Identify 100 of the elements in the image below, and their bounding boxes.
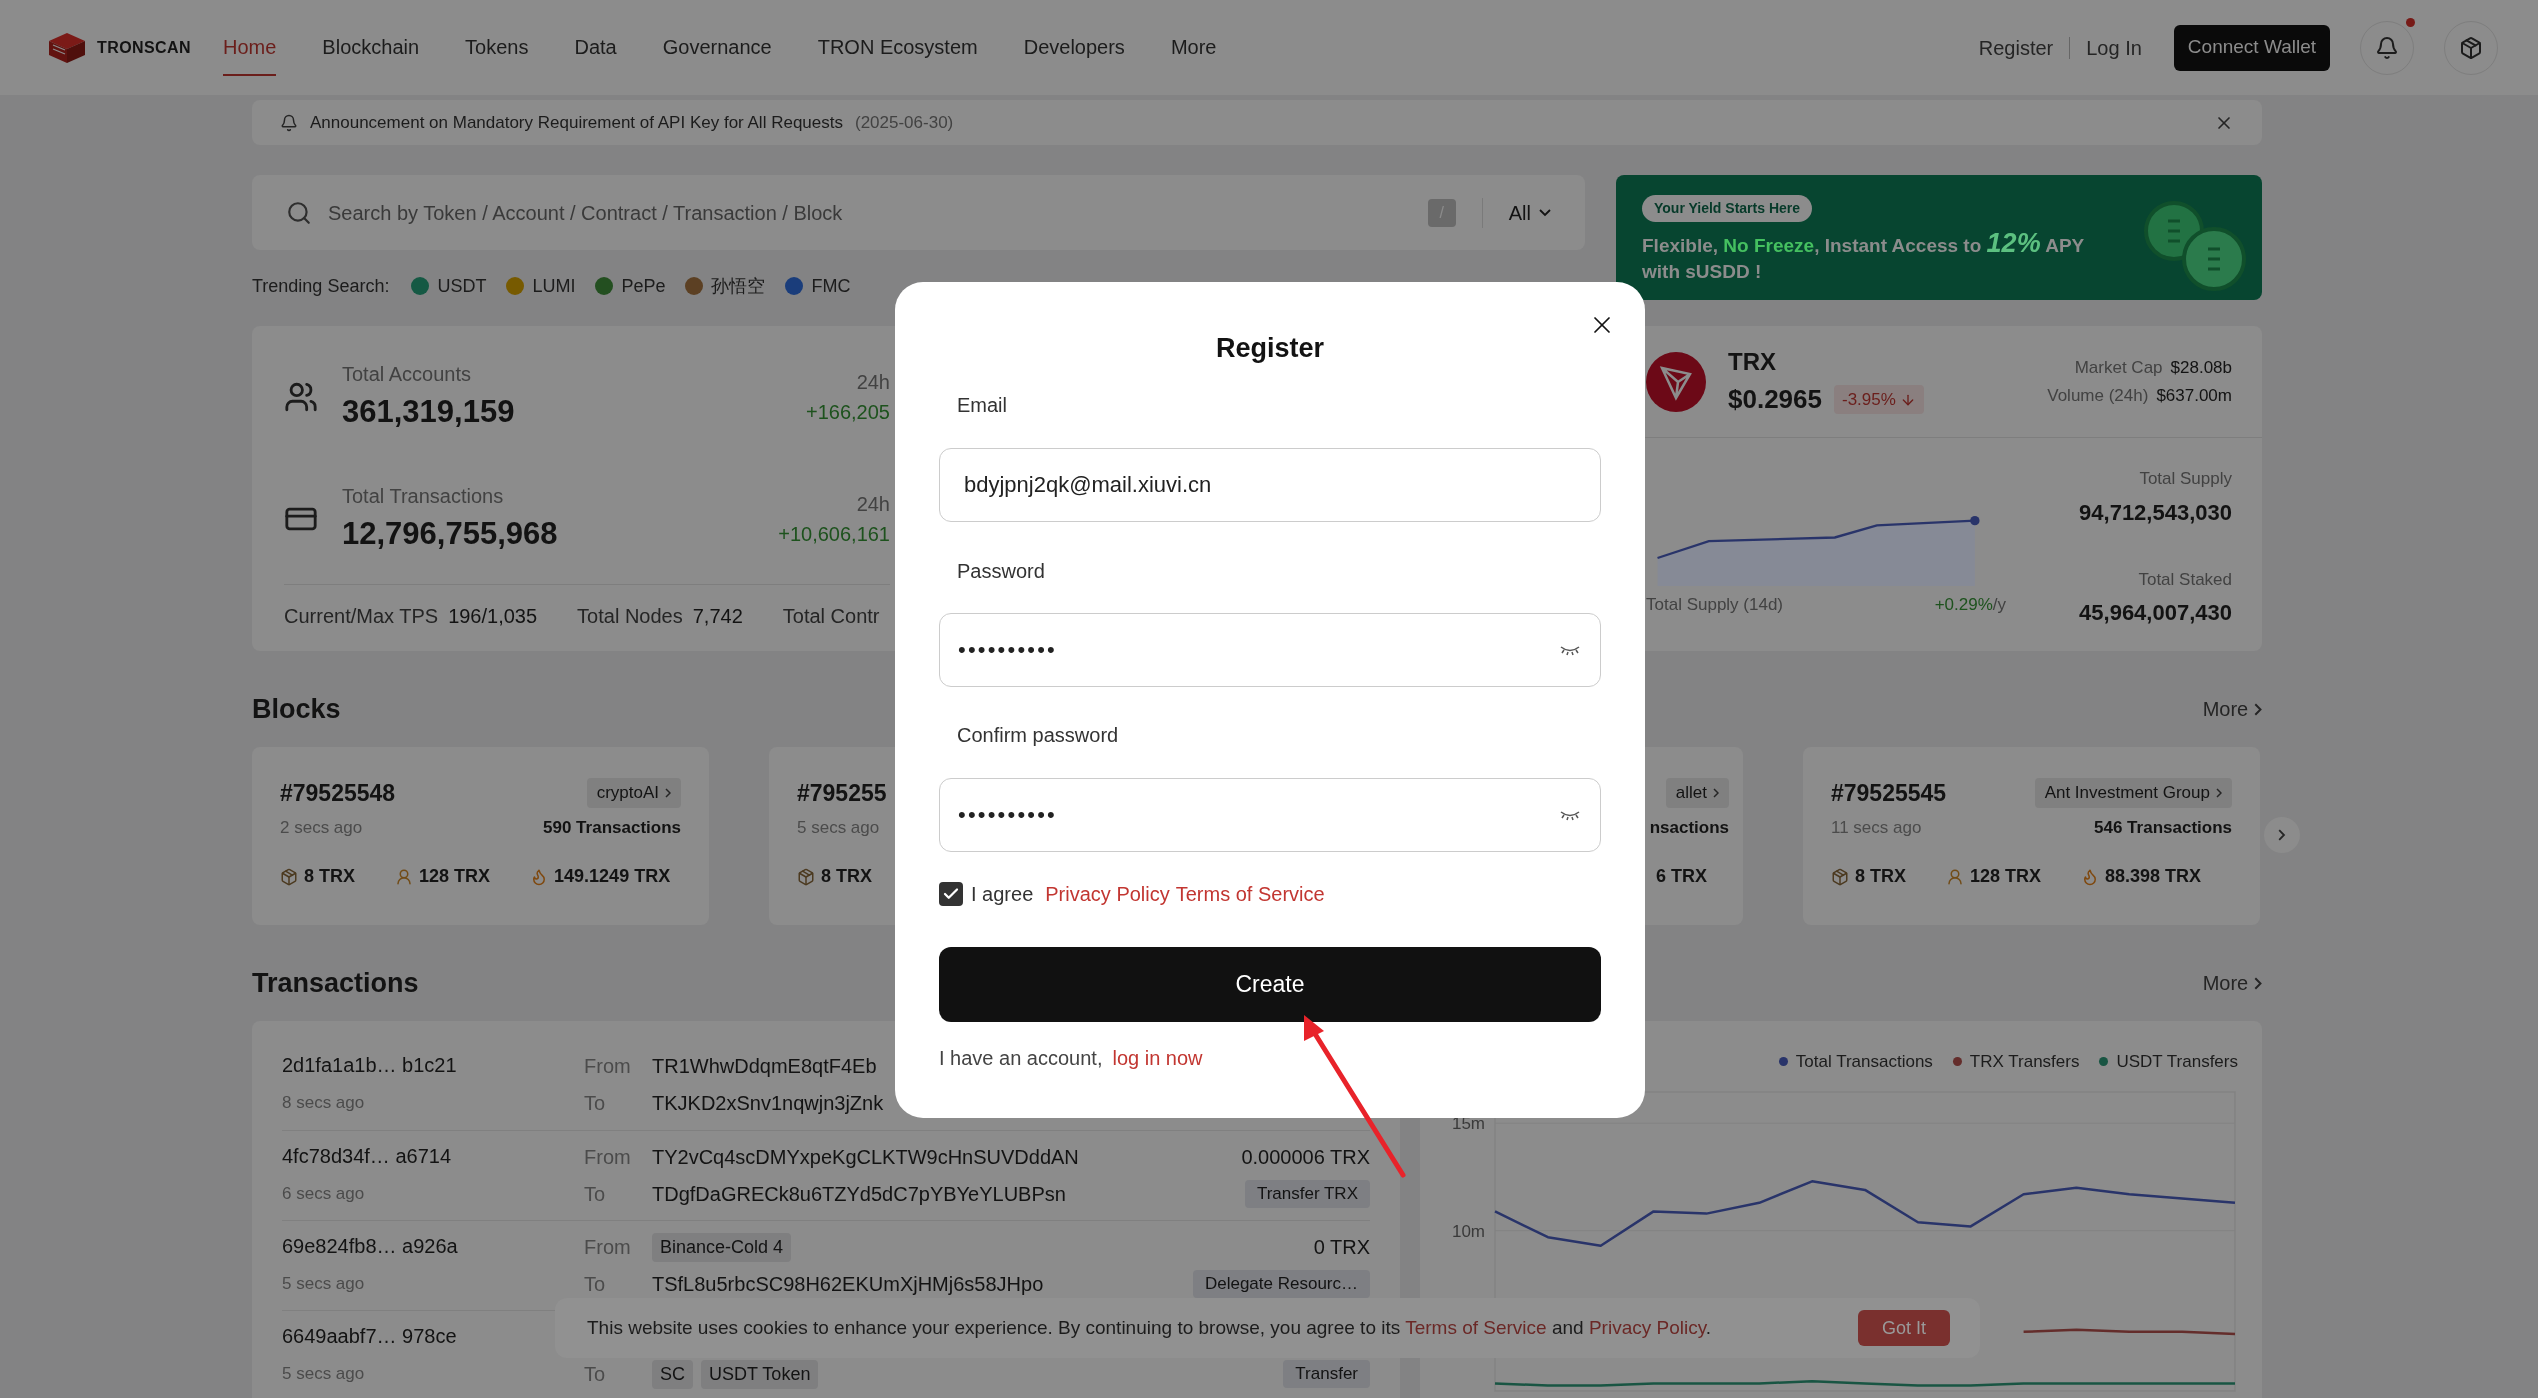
cookie-notice: This website uses cookies to enhance your experience. By continuing to browse, you agree to its Terms of Service and Privacy Policy. [587, 1315, 1712, 1340]
metric-label: Current/Max TPS [284, 604, 439, 629]
password-input[interactable]: •••••••••• [939, 613, 1601, 687]
bell-icon [2375, 35, 2399, 60]
address-tag[interactable]: USDT Token [701, 1359, 819, 1389]
transaction-count: 590 Transactions [543, 817, 681, 840]
volume-value: $637.00m [2156, 384, 2232, 407]
transaction-hash-link[interactable]: 4fc78d34f… a6714 [282, 1141, 452, 1171]
agree-checkbox[interactable] [939, 882, 963, 906]
metric-value: 196/1,035 [448, 604, 538, 629]
address-tag[interactable]: SC [652, 1359, 693, 1389]
privacy-policy-link[interactable]: Privacy Policy [1045, 879, 1170, 909]
transaction-hash-link[interactable]: 2d1fa1a1b… b1c21 [282, 1050, 457, 1080]
announcement-text[interactable]: Announcement on Mandatory Requirement of API Key for All Requests [310, 109, 843, 136]
metric-label: Total Contr [782, 604, 880, 629]
transaction-count: 546 Transactions [2094, 817, 2232, 840]
transaction-age: 6 secs ago [282, 1183, 365, 1205]
terms-of-service-link[interactable]: Terms of Service [1175, 879, 1325, 909]
logo-text[interactable]: TRONSCAN [97, 35, 191, 60]
block-number[interactable]: #79525548 [280, 775, 396, 811]
address-link[interactable]: TDgfDaGRECk8u6TZYd5dC7pYBYeYLUBPsn [652, 1179, 1066, 1209]
block-card[interactable]: #79525545 Ant Investment Group 11 secs ago 546 Transactions 8 TRX 128 TRX 88.398 TRX [1803, 747, 2260, 925]
nav-tab[interactable]: TRON Ecosystem [817, 19, 978, 76]
block-number[interactable]: #79525545 [1831, 775, 1947, 811]
create-button[interactable]: Create [939, 947, 1601, 1022]
section-title: Blocks [252, 692, 341, 726]
login-link[interactable]: Log In [2086, 32, 2142, 63]
nav-tab[interactable]: Blockchain [322, 19, 420, 76]
chevron-icon [2254, 976, 2262, 990]
fee-amount: 128 TRX [1970, 865, 2042, 888]
nav-tab[interactable]: Data [574, 19, 617, 76]
confirm-password-input[interactable]: •••••••••• [939, 778, 1601, 852]
hidden-eye-icon[interactable] [1559, 644, 1581, 656]
to-label: To [584, 1182, 607, 1207]
trending-token-link[interactable]: PePe [621, 272, 666, 300]
email-input[interactable]: bdyjpnj2qk@mail.xiuvi.cn [939, 448, 1601, 522]
producer-tag[interactable]: allet [1665, 778, 1729, 808]
search-field[interactable]: Search by Token / Account / Contract / Transaction / Block / All [252, 175, 1585, 250]
trending-token-link[interactable]: LUMI [532, 272, 576, 300]
token-name: TRX [1728, 347, 1777, 377]
terms-link[interactable]: Terms of Service [1405, 1316, 1547, 1338]
nav-tab[interactable]: More [1170, 19, 1217, 76]
from-label: From [584, 1145, 632, 1170]
legend-label[interactable]: Total Transactions [1795, 1049, 1933, 1075]
nav-tab[interactable]: Home [223, 19, 277, 76]
tron-logo-icon [1646, 351, 1706, 412]
more-link[interactable]: More [2202, 968, 2262, 998]
connect-wallet-button[interactable]: Connect Wallet [2173, 24, 2330, 71]
nav-tab[interactable]: Tokens [465, 19, 529, 76]
next-arrow-button[interactable] [2264, 817, 2300, 853]
address-tag[interactable]: Binance-Cold 4 [652, 1232, 792, 1262]
trending-token-link[interactable]: USDT [437, 272, 487, 300]
address-link[interactable]: TR1WhwDdqmE8qtF4Eb [652, 1051, 877, 1081]
chevron-icon [1713, 788, 1719, 798]
block-age: 2 secs ago [280, 817, 363, 840]
fee-amount: 8 TRX [821, 865, 872, 888]
login-now-link[interactable]: log in now [1112, 1043, 1203, 1073]
chart-caption: Total Supply (14d) [1646, 594, 1784, 616]
address-link[interactable]: TY2vCq4scDMYxpeKgCLKTW9cHnSUVDddAN [652, 1142, 1079, 1172]
transaction-type-tag: Delegate Resourc… [1192, 1270, 1370, 1298]
privacy-link[interactable]: Privacy Policy [1588, 1316, 1706, 1338]
trending-token-link[interactable]: 孙悟空 [711, 272, 766, 300]
to-label: To [584, 1091, 607, 1116]
chevron-icon [2254, 702, 2262, 716]
box-icon [1831, 867, 1849, 886]
producer-tag[interactable]: cryptoAI [586, 778, 681, 808]
transaction-hash-link[interactable]: 69e824fb8… a926a [282, 1231, 458, 1261]
search-icon [286, 199, 312, 226]
producer-tag[interactable]: Ant Investment Group [2034, 778, 2232, 808]
stat-value: 12,796,755,968 [342, 514, 558, 553]
trending-label: Trending Search: [252, 274, 390, 298]
legend-label[interactable]: TRX Transfers [1969, 1049, 2080, 1075]
address-link[interactable]: TSfL8u5rbcSC98H62EKUmXjHMj6s58JHpo [652, 1269, 1044, 1299]
search-filter-dropdown[interactable]: All [1508, 197, 1551, 228]
transaction-amount: 0.000006 TRX [1241, 1145, 1370, 1170]
box-icon [797, 867, 815, 886]
nav-tab[interactable]: Developers [1023, 19, 1125, 76]
got-it-button[interactable]: Got It [1858, 1310, 1950, 1346]
hidden-eye-icon[interactable] [1559, 809, 1581, 821]
legend-label[interactable]: USDT Transfers [2116, 1049, 2238, 1075]
fee-amount: 128 TRX [419, 865, 491, 888]
email-label: Email [957, 393, 1008, 418]
more-link[interactable]: More [2202, 694, 2262, 724]
stat-change: +10,606,161 [778, 522, 890, 547]
caret-icon [1539, 208, 1551, 217]
trending-token-link[interactable]: FMC [811, 272, 851, 300]
address-link[interactable]: TKJKD2xSnv1nqwjn3jZnk [652, 1088, 884, 1118]
shortcut-key: / [1427, 198, 1456, 227]
supply-value: 94,712,543,030 [2079, 498, 2232, 527]
transaction-hash-link[interactable]: 6649aabf7… 978ce [282, 1321, 457, 1351]
nav-tab[interactable]: Governance [662, 19, 772, 76]
block-number[interactable]: #795255 [797, 775, 887, 811]
password-label: Password [957, 559, 1046, 584]
register-link[interactable]: Register [1978, 32, 2054, 63]
stat-value: 361,319,159 [342, 392, 515, 431]
promo-banner[interactable]: Your Yield Starts Here Flexible, No Freeze, Instant Access to 12% APY with sUSDD ! [1616, 175, 2262, 300]
metric-label: Total Nodes [577, 604, 683, 629]
block-card[interactable]: #79525548 cryptoAI 2 secs ago 590 Transactions 8 TRX 128 TRX 149.1249 TRX [252, 747, 709, 925]
transaction-age: 8 secs ago [282, 1092, 365, 1114]
block-age: 5 secs ago [797, 817, 880, 840]
